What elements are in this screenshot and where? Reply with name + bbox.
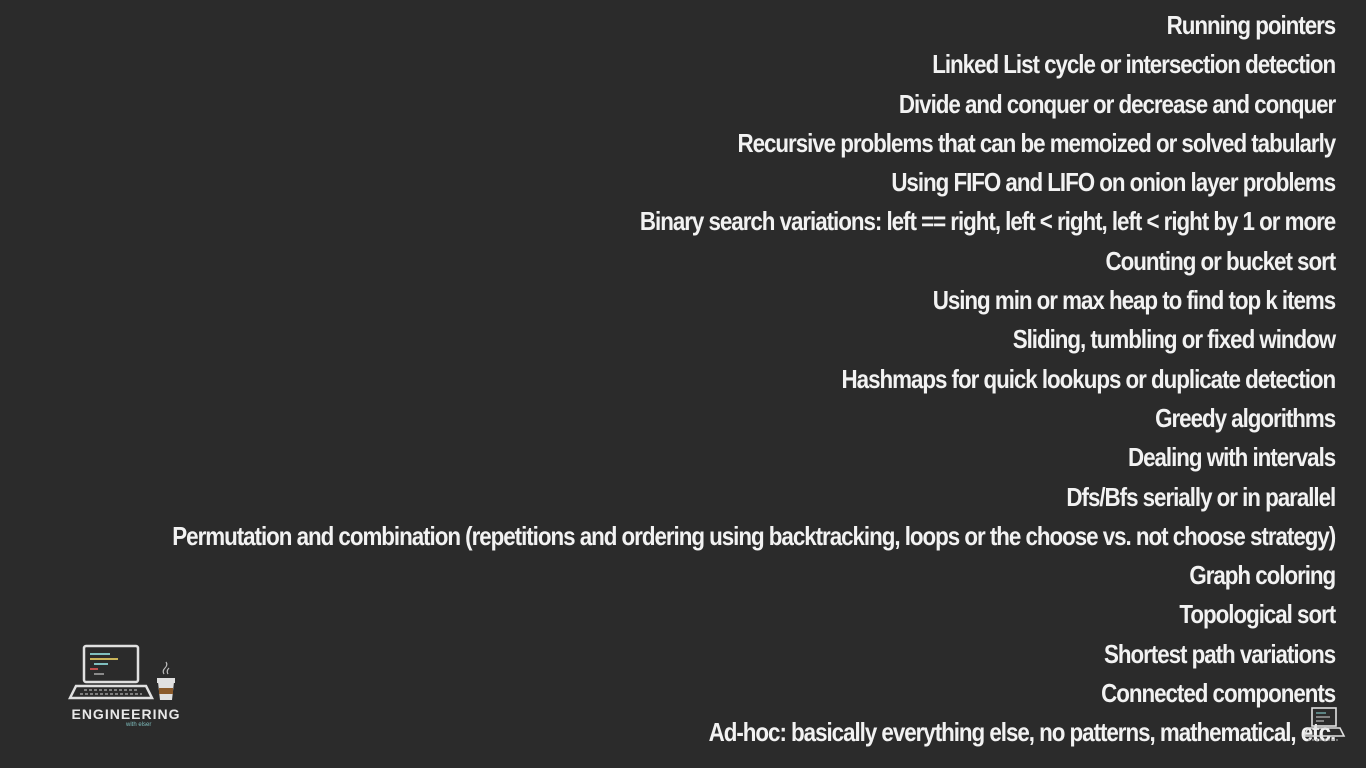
topic-item: Binary search variations: left == right,… (639, 206, 1336, 237)
topic-item: Counting or bucket sort (1105, 245, 1336, 276)
slide: Running pointers Linked List cycle or in… (0, 0, 1366, 768)
topic-item: Divide and conquer or decrease and conqu… (898, 88, 1336, 119)
topic-item: Linked List cycle or intersection detect… (932, 49, 1336, 80)
topic-item: Shortest path variations (1103, 638, 1336, 669)
topic-item: Permutation and combination (repetitions… (172, 520, 1336, 551)
topic-item: Graph coloring (1189, 560, 1336, 591)
topic-item: Dfs/Bfs serially or in parallel (1066, 481, 1336, 512)
topic-item: Greedy algorithms (1154, 402, 1336, 433)
laptop-watermark-icon (1302, 707, 1346, 741)
laptop-coffee-icon (67, 644, 175, 700)
topic-item: Recursive problems that can be memoized … (737, 127, 1336, 158)
logo-subtext: with elser (126, 722, 152, 728)
topic-item: Topological sort (1179, 599, 1336, 630)
topic-list: Running pointers Linked List cycle or in… (0, 6, 1336, 753)
topic-item: Dealing with intervals (1127, 442, 1336, 473)
topic-item: Using FIFO and LIFO on onion layer probl… (891, 167, 1336, 198)
logo-text: ENGINEERING (71, 706, 181, 722)
topic-item: Connected components (1100, 678, 1336, 709)
channel-logo: ENGINEERING with elser (67, 644, 186, 732)
topic-item: Running pointers (1166, 10, 1336, 40)
topic-item: Ad-hoc: basically everything else, no pa… (708, 717, 1336, 748)
topic-item: Hashmaps for quick lookups or duplicate … (841, 363, 1336, 394)
topic-item: Sliding, tumbling or fixed window (1012, 324, 1336, 355)
topic-item: Using min or max heap to find top k item… (932, 285, 1336, 316)
